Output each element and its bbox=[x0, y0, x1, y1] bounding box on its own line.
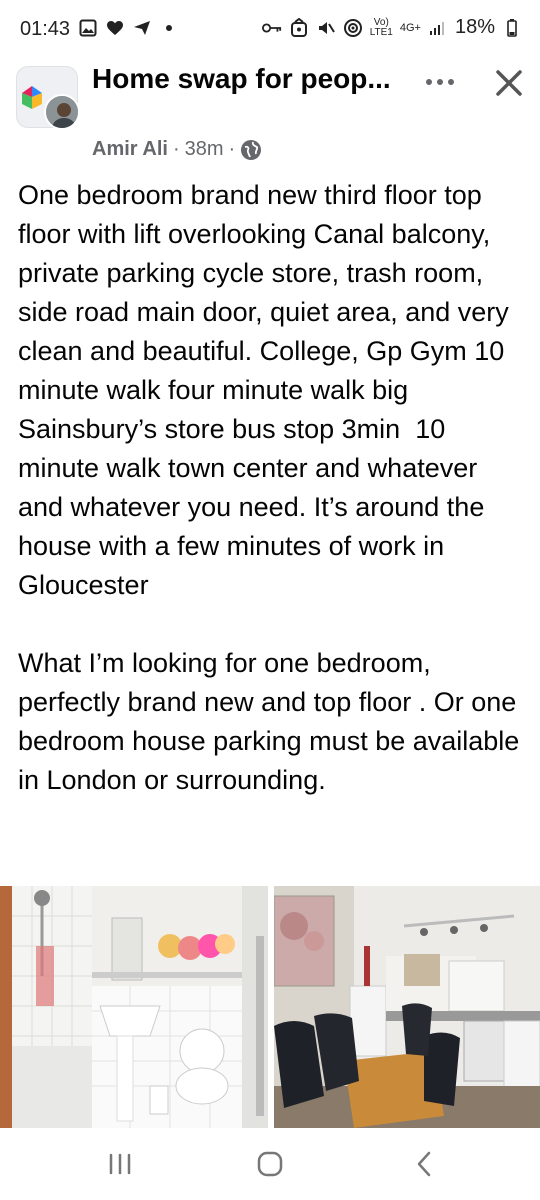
recent-apps-icon bbox=[109, 1153, 131, 1175]
post-header: Home swap for peop... Amir Ali · 38m · bbox=[0, 56, 540, 170]
dot-icon bbox=[159, 18, 179, 38]
post-text: One bedroom brand new third floor top fl… bbox=[18, 180, 520, 795]
meta-separator: · bbox=[172, 138, 180, 160]
volte-label: Vo) LTE1 bbox=[369, 16, 393, 38]
more-dot bbox=[437, 79, 443, 85]
alarm-icon bbox=[289, 17, 309, 38]
post-time[interactable]: 38m bbox=[185, 138, 224, 161]
post-photos bbox=[0, 886, 540, 1128]
hotspot-icon bbox=[343, 18, 363, 38]
close-icon bbox=[496, 70, 522, 96]
key-icon bbox=[261, 18, 282, 38]
more-dot bbox=[426, 79, 432, 85]
notification-icons bbox=[78, 18, 179, 38]
system-status-icons: Vo) LTE1 4G+ 18% bbox=[261, 16, 522, 39]
author-name-link[interactable]: Amir Ali bbox=[92, 138, 168, 161]
system-nav-bar bbox=[0, 1128, 540, 1200]
recent-apps-button[interactable] bbox=[100, 1146, 140, 1182]
status-time: 01:43 bbox=[20, 18, 71, 40]
photo-kitchen[interactable] bbox=[274, 886, 540, 1128]
signal-icon bbox=[428, 18, 448, 38]
heart-icon bbox=[105, 18, 125, 38]
send-icon bbox=[132, 18, 152, 38]
status-bar: 01:43 Vo) LTE1 4G+ 18% bbox=[0, 0, 540, 56]
home-button[interactable] bbox=[250, 1146, 290, 1182]
gallery-icon bbox=[78, 18, 98, 38]
meta-separator: · bbox=[228, 138, 236, 160]
battery-percent: 18% bbox=[454, 16, 495, 38]
more-options-button[interactable] bbox=[420, 68, 460, 96]
home-icon bbox=[257, 1151, 283, 1177]
back-button[interactable] bbox=[404, 1146, 444, 1182]
house-logo-icon bbox=[22, 86, 42, 109]
globe-icon bbox=[240, 139, 262, 161]
more-dot bbox=[448, 79, 454, 85]
close-button[interactable] bbox=[492, 66, 526, 100]
group-name-link[interactable]: Home swap for peop... bbox=[92, 62, 392, 96]
author-avatar[interactable] bbox=[44, 94, 80, 130]
data-type-label: 4G+ bbox=[399, 21, 421, 34]
photo-bathroom[interactable] bbox=[0, 886, 268, 1128]
back-icon bbox=[417, 1151, 431, 1177]
battery-icon bbox=[502, 18, 522, 38]
post-meta: Amir Ali · 38m · bbox=[92, 138, 262, 161]
mute-icon bbox=[316, 18, 336, 38]
